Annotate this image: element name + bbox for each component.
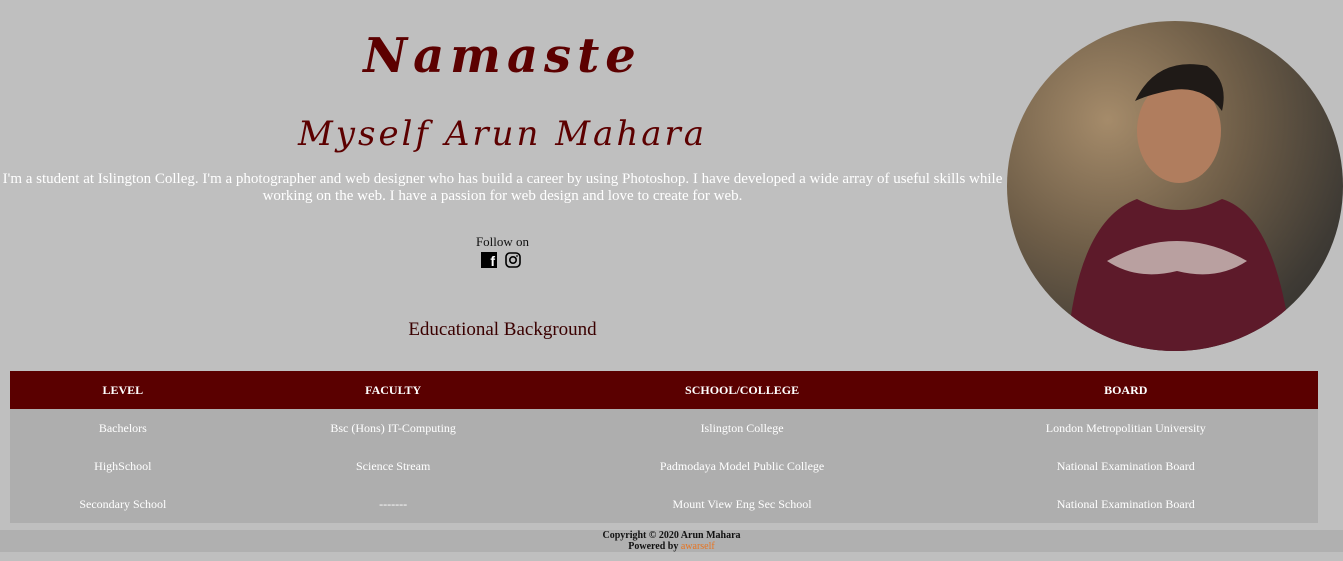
cell-school: Mount View Eng Sec School	[550, 485, 934, 523]
name-heading: Myself Arun Mahara	[297, 114, 708, 154]
education-table: LEVEL FACULTY SCHOOL/COLLEGE BOARD Bache…	[10, 371, 1318, 523]
greeting-heading: Namaste	[363, 28, 642, 84]
cell-board: National Examination Board	[933, 485, 1318, 523]
hero-section: Namaste Myself Arun Mahara I'm a student…	[0, 0, 1005, 370]
facebook-icon[interactable]: f	[481, 252, 497, 268]
cell-faculty: -------	[235, 485, 551, 523]
cell-school: Islington College	[550, 409, 934, 447]
page-footer: Copyright © 2020 Arun Mahara Powered by …	[0, 530, 1343, 552]
powered-by-link[interactable]: awarself	[681, 541, 715, 552]
table-row: HighSchool Science Stream Padmodaya Mode…	[10, 447, 1318, 485]
cell-level: Secondary School	[10, 485, 236, 523]
cell-board: London Metropolitian University	[933, 409, 1318, 447]
powered-by-line: Powered by awarself	[0, 541, 1343, 552]
cell-level: HighSchool	[10, 447, 236, 485]
social-links: f	[481, 252, 521, 268]
column-board: BOARD	[933, 371, 1318, 409]
follow-label: Follow on	[475, 234, 530, 249]
cell-board: National Examination Board	[933, 447, 1318, 485]
cell-faculty: Science Stream	[235, 447, 551, 485]
column-faculty: FACULTY	[235, 371, 551, 409]
education-title: Educational Background	[408, 319, 597, 340]
profile-photo	[1007, 21, 1343, 351]
table-row: Secondary School ------- Mount View Eng …	[10, 485, 1318, 523]
table-row: Bachelors Bsc (Hons) IT-Computing Isling…	[10, 409, 1318, 447]
table-header-row: LEVEL FACULTY SCHOOL/COLLEGE BOARD	[10, 371, 1318, 409]
cell-level: Bachelors	[10, 409, 236, 447]
column-level: LEVEL	[10, 371, 236, 409]
column-school: SCHOOL/COLLEGE	[550, 371, 934, 409]
cell-school: Padmodaya Model Public College	[550, 447, 934, 485]
bio-text: I'm a student at Islington Colleg. I'm a…	[2, 171, 1003, 204]
instagram-icon[interactable]	[505, 252, 521, 268]
cell-faculty: Bsc (Hons) IT-Computing	[235, 409, 551, 447]
powered-by-label: Powered by	[628, 541, 679, 552]
copyright-text: Copyright © 2020 Arun Mahara	[602, 530, 741, 541]
